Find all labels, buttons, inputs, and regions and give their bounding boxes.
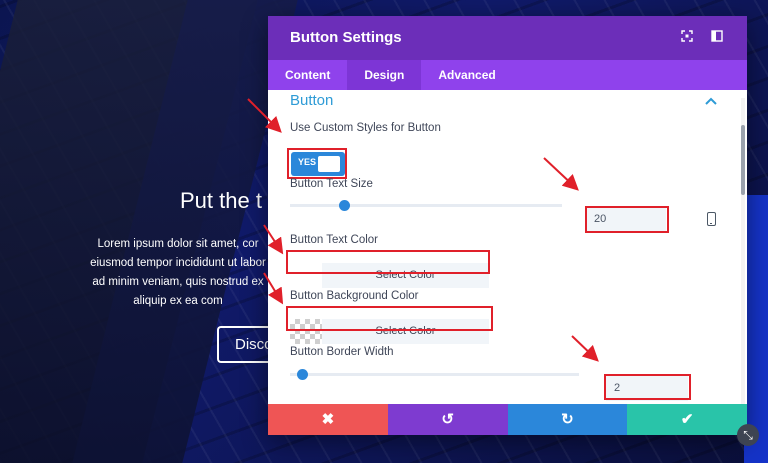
annotation-arrows xyxy=(247,98,599,362)
arrow-border-width xyxy=(571,335,599,362)
arrow-custom-styles xyxy=(247,98,282,133)
resize-icon[interactable]: ⤡ xyxy=(737,424,759,446)
arrow-text-size xyxy=(543,157,579,191)
arrow-text-color xyxy=(263,224,284,255)
arrow-background-color xyxy=(263,272,284,305)
